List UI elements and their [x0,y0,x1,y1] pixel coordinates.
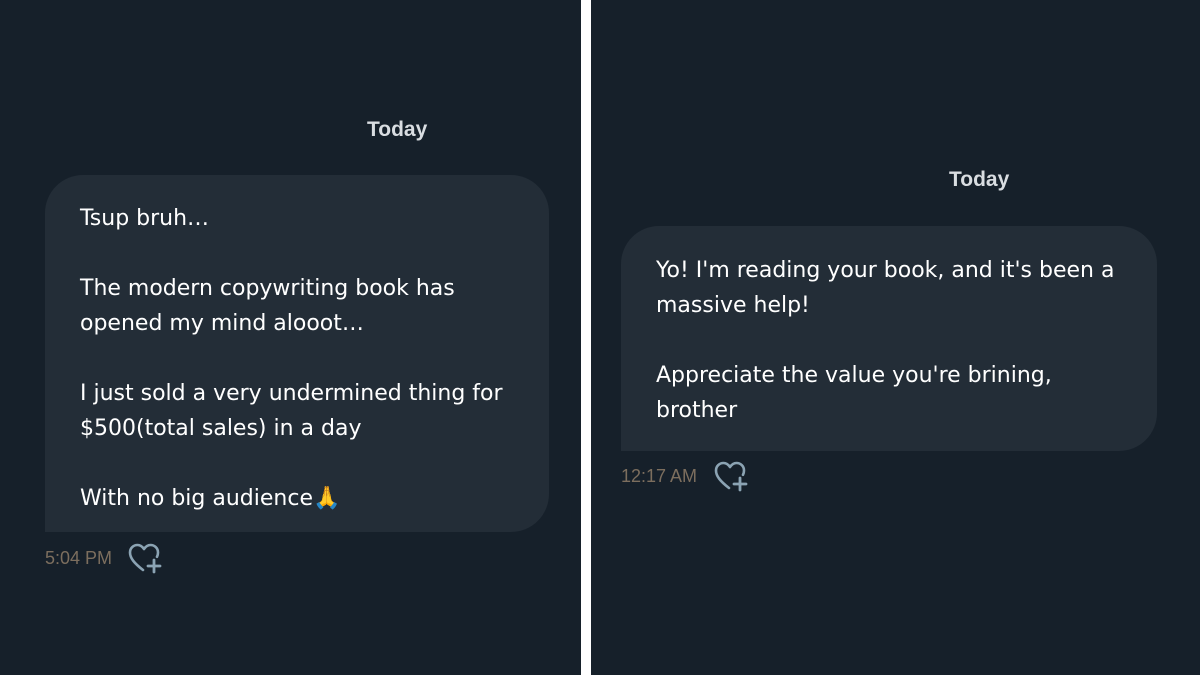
message-timestamp: 12:17 AM [621,465,698,486]
message-meta: 5:04 PM [45,541,164,575]
right-screenshot-panel: Today Yo! I'm reading your book, and it'… [591,0,1200,675]
heart-plus-icon[interactable] [714,459,750,493]
heart-plus-icon[interactable] [128,541,164,575]
date-separator: Today [949,168,1010,191]
date-separator: Today [367,118,428,141]
panel-divider [581,0,591,675]
left-screenshot-panel: Today Tsup bruh… The modern copywriting … [0,0,581,675]
message-bubble[interactable]: Yo! I'm reading your book, and it's been… [621,226,1157,451]
message-bubble[interactable]: Tsup bruh… The modern copywriting book h… [45,175,549,532]
message-meta: 12:17 AM [621,459,750,493]
message-timestamp: 5:04 PM [45,547,113,568]
